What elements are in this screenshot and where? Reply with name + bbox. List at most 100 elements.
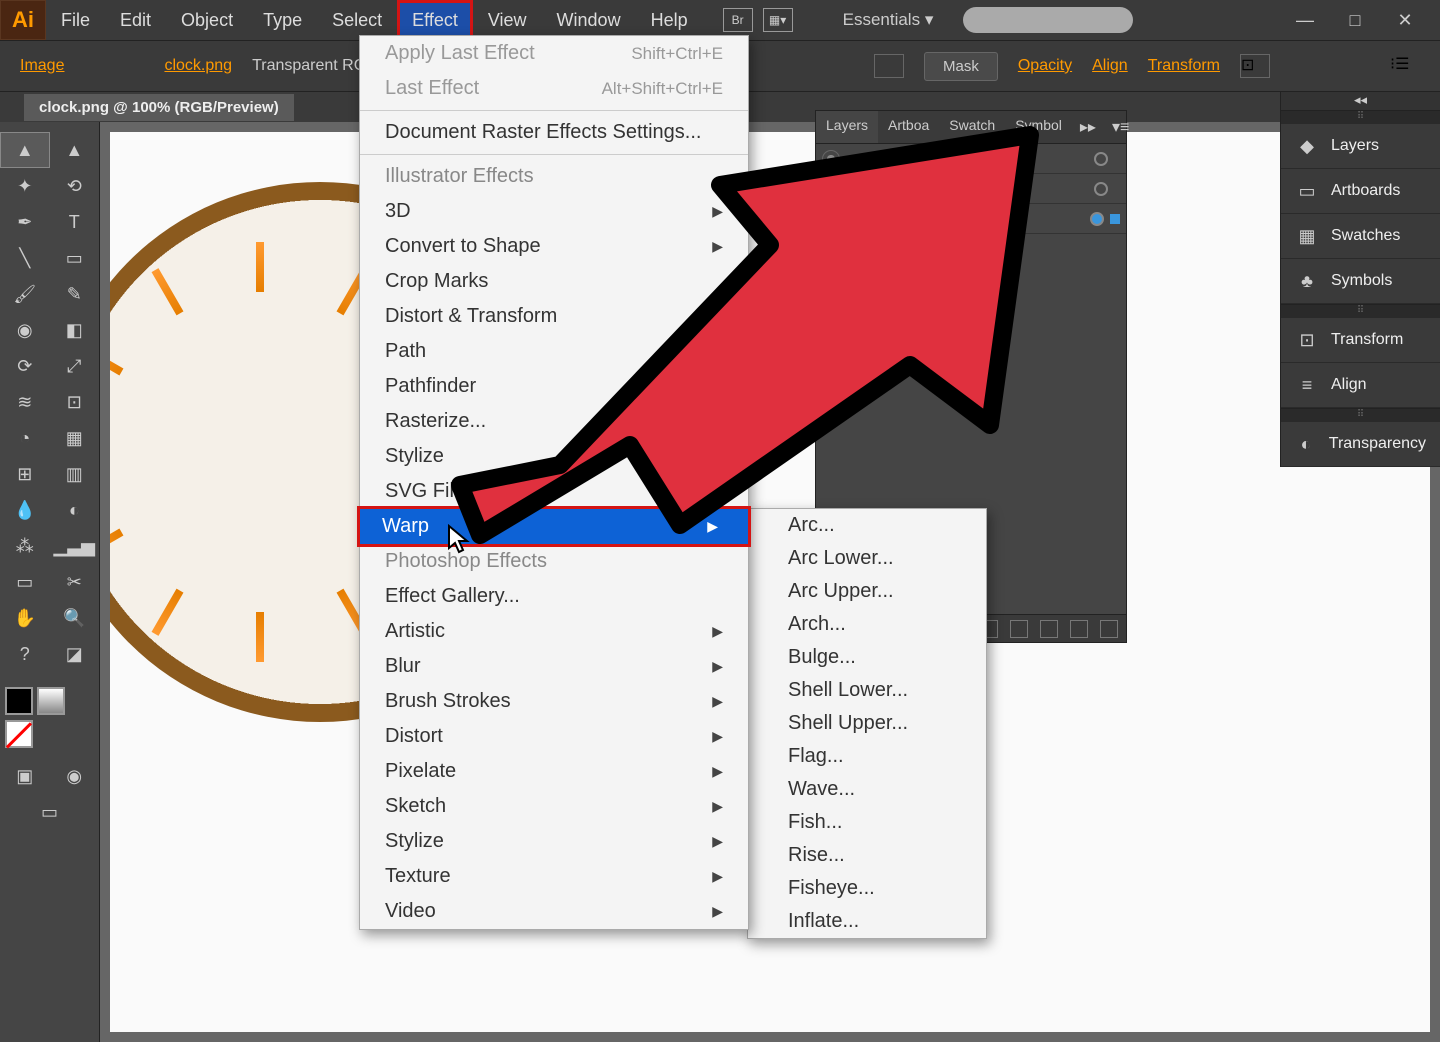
warp-wave[interactable]: Wave... (748, 773, 986, 806)
new-layer-icon[interactable] (1070, 620, 1088, 638)
menu-svg-filters[interactable]: SVG Filters▶ (360, 474, 748, 509)
menu-stylize-ps[interactable]: Stylize▶ (360, 824, 748, 859)
new-sublayer-icon[interactable] (1040, 620, 1058, 638)
align-link[interactable]: Align (1092, 57, 1128, 75)
paintbrush-tool[interactable]: 🖌 (0, 276, 50, 312)
warp-arc-lower[interactable]: Arc Lower... (748, 542, 986, 575)
hand-tool[interactable]: ✋ (0, 600, 50, 636)
menu-pathfinder[interactable]: Pathfinder▶ (360, 369, 748, 404)
expand-icon[interactable]: ▾ (882, 152, 888, 165)
free-transform-tool[interactable]: ⊡ (50, 384, 100, 420)
rotate-tool[interactable]: ⟳ (0, 348, 50, 384)
menu-object[interactable]: Object (166, 0, 248, 41)
warp-rise[interactable]: Rise... (748, 839, 986, 872)
warp-arch[interactable]: Arch... (748, 608, 986, 641)
menu-distort[interactable]: Distort▶ (360, 719, 748, 754)
eyedropper-tool[interactable]: 💧 (0, 492, 50, 528)
mask-button[interactable]: Mask (924, 52, 998, 81)
panel-expand-icon[interactable]: ▸▸ (1072, 111, 1104, 143)
menu-rasterize[interactable]: Rasterize... (360, 404, 748, 439)
rectangle-tool[interactable]: ▭ (50, 240, 100, 276)
blob-brush-tool[interactable]: ◉ (0, 312, 50, 348)
layer-name[interactable]: ... (924, 211, 1084, 227)
menu-path[interactable]: Path▶ (360, 334, 748, 369)
perspective-tool[interactable]: ▦ (50, 420, 100, 456)
eraser-tool[interactable]: ◧ (50, 312, 100, 348)
visibility-icon[interactable] (822, 210, 840, 228)
clip-mask-icon[interactable] (1010, 620, 1028, 638)
embed-icon[interactable] (874, 54, 904, 78)
screen-mode-tool[interactable]: ▣ (0, 758, 50, 794)
fill-stroke-icon[interactable]: ◪ (50, 636, 100, 672)
slice-tool[interactable]: ✂ (50, 564, 100, 600)
menu-file[interactable]: File (46, 0, 105, 41)
dock-artboards[interactable]: ▭Artboards (1281, 169, 1440, 214)
layer-name[interactable]: . (924, 181, 1088, 197)
layer-row[interactable]: . (816, 174, 1126, 204)
transform-link[interactable]: Transform (1148, 57, 1220, 75)
direct-selection-tool[interactable]: ▲ (50, 132, 100, 168)
document-tab[interactable]: clock.png @ 100% (RGB/Preview) (24, 94, 294, 121)
layer-row[interactable]: ▾ Layer 1 (816, 144, 1126, 174)
artboard-tool[interactable]: ▭ (0, 564, 50, 600)
menu-convert-shape[interactable]: Convert to Shape▶ (360, 229, 748, 264)
menu-doc-raster-settings[interactable]: Document Raster Effects Settings... (360, 115, 748, 150)
menu-3d[interactable]: 3D▶ (360, 194, 748, 229)
arrange-docs-icon[interactable]: ▦▾ (763, 8, 793, 32)
tab-artboards[interactable]: Artboa (878, 111, 939, 143)
menu-artistic[interactable]: Artistic▶ (360, 614, 748, 649)
line-tool[interactable]: ╲ (0, 240, 50, 276)
image-link[interactable]: Image (20, 57, 64, 75)
menu-blur[interactable]: Blur▶ (360, 649, 748, 684)
maximize-button[interactable]: □ (1340, 10, 1370, 31)
dock-layers[interactable]: ◆Layers (1281, 124, 1440, 169)
warp-inflate[interactable]: Inflate... (748, 905, 986, 938)
type-tool[interactable]: T (50, 204, 100, 240)
dock-transparency[interactable]: ◐Transparency (1281, 422, 1440, 467)
menu-edit[interactable]: Edit (105, 0, 166, 41)
change-screen-tool[interactable]: ▭ (25, 794, 75, 830)
target-icon[interactable] (1094, 182, 1108, 196)
lasso-tool[interactable]: ⟲ (50, 168, 100, 204)
menu-warp[interactable]: Warp▶ (357, 506, 751, 547)
menu-stylize[interactable]: Stylize▶ (360, 439, 748, 474)
warp-arc[interactable]: Arc... (748, 509, 986, 542)
warp-fish[interactable]: Fish... (748, 806, 986, 839)
color-swatches[interactable] (0, 682, 99, 758)
panel-menu-icon[interactable]: ▾≡ (1104, 111, 1137, 143)
dock-collapse-icon[interactable]: ◂◂ (1281, 92, 1440, 110)
blend-tool[interactable]: ◐ (50, 492, 100, 528)
search-input[interactable] (963, 7, 1133, 33)
symbol-sprayer-tool[interactable]: ⁂ (0, 528, 50, 564)
menu-effect-gallery[interactable]: Effect Gallery... (360, 579, 748, 614)
warp-arc-upper[interactable]: Arc Upper... (748, 575, 986, 608)
workspace-switcher[interactable]: Essentials ▾ (813, 10, 964, 30)
warp-bulge[interactable]: Bulge... (748, 641, 986, 674)
zoom-tool[interactable]: 🔍 (50, 600, 100, 636)
scale-tool[interactable]: ⤢ (50, 348, 100, 384)
tab-layers[interactable]: Layers (816, 111, 878, 143)
dock-align[interactable]: ≡Align (1281, 363, 1440, 408)
close-button[interactable]: ✕ (1390, 10, 1420, 31)
tab-symbols[interactable]: Symbol (1005, 111, 1072, 143)
isolate-icon[interactable]: ⊡ (1240, 54, 1270, 78)
mesh-tool[interactable]: ⊞ (0, 456, 50, 492)
visibility-icon[interactable] (822, 180, 840, 198)
delete-icon[interactable] (1100, 620, 1118, 638)
dock-transform[interactable]: ⊡Transform (1281, 318, 1440, 363)
visibility-icon[interactable] (822, 150, 840, 168)
magic-wand-tool[interactable]: ✦ (0, 168, 50, 204)
menu-crop-marks[interactable]: Crop Marks (360, 264, 748, 299)
menu-texture[interactable]: Texture▶ (360, 859, 748, 894)
warp-fisheye[interactable]: Fisheye... (748, 872, 986, 905)
shape-builder-tool[interactable]: ◔ (0, 420, 50, 456)
file-link[interactable]: clock.png (164, 57, 232, 75)
opacity-link[interactable]: Opacity (1018, 57, 1072, 75)
dock-swatches[interactable]: ▦Swatches (1281, 214, 1440, 259)
panel-menu-icon[interactable]: ⁝☰ (1390, 54, 1420, 78)
width-tool[interactable]: ≋ (0, 384, 50, 420)
layer-name[interactable]: Layer 1 (918, 151, 1088, 167)
target-icon[interactable] (1090, 212, 1104, 226)
target-icon[interactable] (1094, 152, 1108, 166)
pen-tool[interactable]: ✒ (0, 204, 50, 240)
